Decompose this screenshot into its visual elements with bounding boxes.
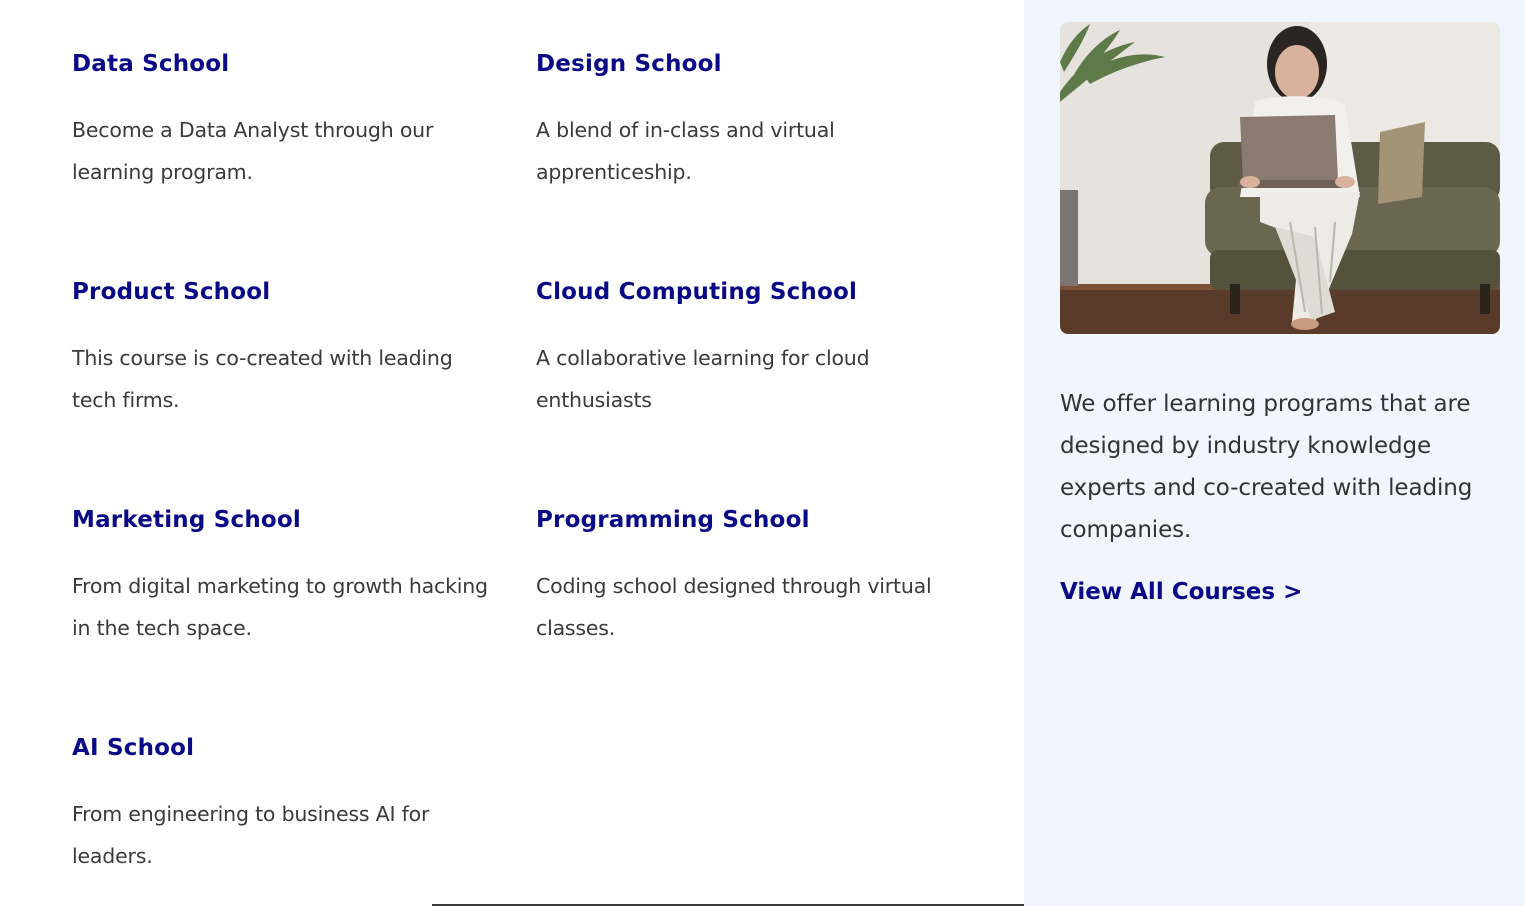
courses-menu: Data School Become a Data Analyst throug… bbox=[0, 0, 1525, 906]
school-title-link[interactable]: Product School bbox=[72, 277, 502, 307]
school-title-link[interactable]: AI School bbox=[72, 733, 502, 763]
school-description: From digital marketing to growth hacking… bbox=[72, 574, 488, 640]
school-description: A blend of in-class and virtual apprenti… bbox=[536, 118, 835, 184]
promo-description: We offer learning programs that are desi… bbox=[1060, 391, 1473, 543]
promo-panel: We offer learning programs that are desi… bbox=[1024, 0, 1525, 906]
schools-grid: Data School Become a Data Analyst throug… bbox=[0, 0, 1024, 906]
school-title-link[interactable]: Design School bbox=[536, 49, 966, 79]
view-all-courses-link[interactable]: View All Courses > bbox=[1060, 577, 1302, 607]
school-card-product: Product School This course is co-created… bbox=[72, 277, 502, 421]
woman-on-couch-with-laptop-photo bbox=[1060, 22, 1500, 334]
school-title-link[interactable]: Cloud Computing School bbox=[536, 277, 966, 307]
school-description: Become a Data Analyst through our learni… bbox=[72, 118, 434, 184]
school-card-design: Design School A blend of in-class and vi… bbox=[536, 49, 966, 193]
school-description: This course is co-created with leading t… bbox=[72, 346, 453, 412]
school-description: Coding school designed through virtual c… bbox=[536, 574, 932, 640]
school-title-link[interactable]: Data School bbox=[72, 49, 502, 79]
school-title-link[interactable]: Marketing School bbox=[72, 505, 502, 535]
school-card-programming: Programming School Coding school designe… bbox=[536, 505, 966, 649]
school-description: From engineering to business AI for lead… bbox=[72, 802, 430, 868]
school-card-marketing: Marketing School From digital marketing … bbox=[72, 505, 502, 649]
school-card-ai: AI School From engineering to business A… bbox=[72, 733, 502, 877]
school-card-data: Data School Become a Data Analyst throug… bbox=[72, 49, 502, 193]
school-card-cloud-computing: Cloud Computing School A collaborative l… bbox=[536, 277, 966, 421]
school-title-link[interactable]: Programming School bbox=[536, 505, 966, 535]
school-description: A collaborative learning for cloud enthu… bbox=[536, 346, 870, 412]
